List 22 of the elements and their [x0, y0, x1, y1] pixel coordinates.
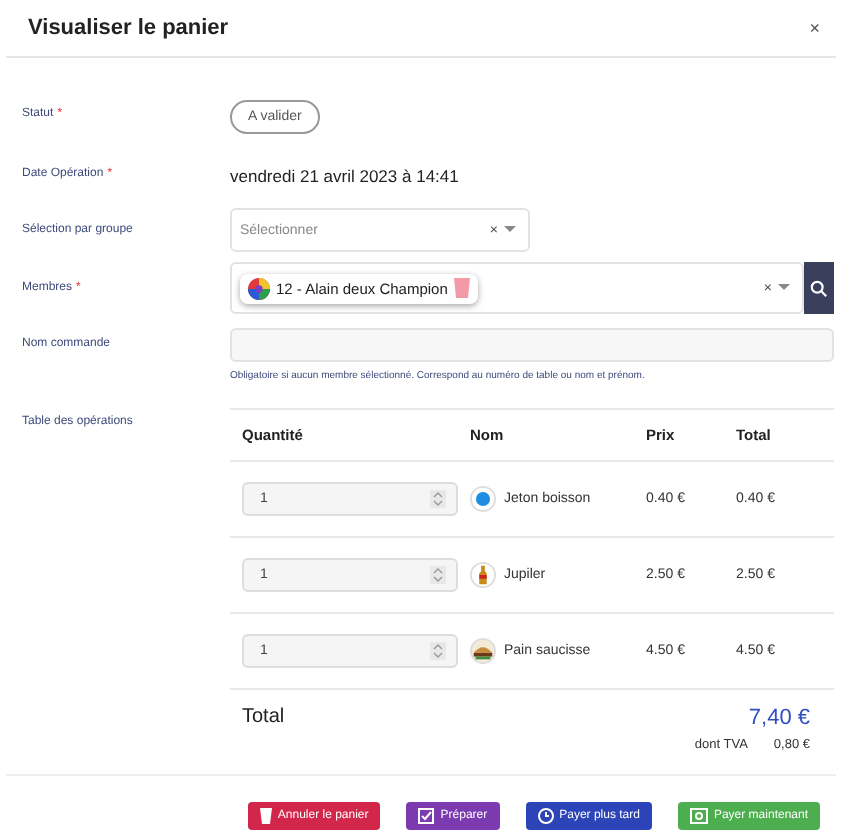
token-icon [470, 486, 496, 512]
total-label: Total [242, 706, 285, 732]
search-button[interactable] [804, 262, 834, 314]
caret-icon[interactable] [504, 226, 516, 234]
search-icon [810, 279, 828, 297]
cash-icon [689, 808, 708, 824]
spinner-icon[interactable] [430, 490, 446, 508]
total-amount: 7,40 € [748, 706, 810, 730]
checkbox-icon [418, 808, 435, 824]
order-name-field[interactable] [230, 328, 834, 362]
cup-icon [259, 808, 272, 824]
spinner-icon[interactable] [430, 566, 446, 584]
close-button[interactable]: × [809, 18, 820, 38]
bottle-icon [470, 562, 496, 588]
sandwich-icon [470, 638, 496, 664]
clock-icon [537, 808, 554, 824]
spinner-icon[interactable] [430, 642, 446, 660]
cup-icon [453, 278, 470, 298]
caret-icon[interactable] [778, 284, 790, 292]
dialog-title: Visualiser le panier [28, 16, 229, 40]
date-text: vendredi 21 avril 2023 à 14:41 [230, 166, 459, 186]
avatar-icon [248, 277, 270, 299]
